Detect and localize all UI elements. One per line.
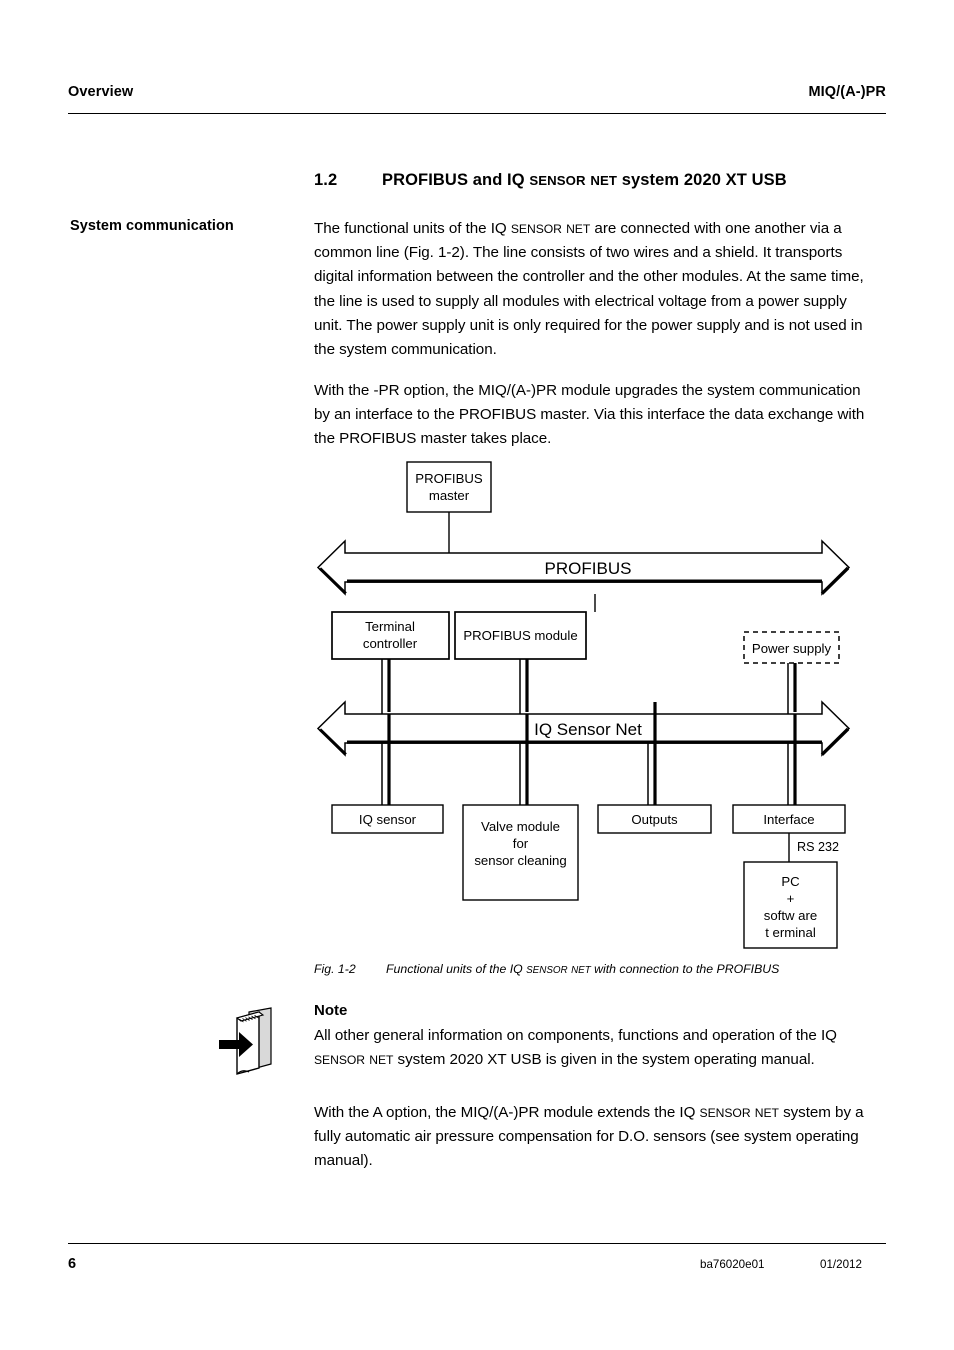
svg-text:PC: PC: [781, 874, 800, 889]
svg-text:controller: controller: [363, 636, 418, 651]
node-iq-sensor: IQ sensor: [331, 804, 444, 834]
svg-text:IQ Sensor Net: IQ Sensor Net: [534, 720, 642, 739]
node-valve-module: Valve module for sensor cleaning: [462, 804, 579, 901]
svg-text:PROFIBUS module: PROFIBUS module: [463, 628, 577, 643]
svg-text:Terminal: Terminal: [365, 619, 415, 634]
book-with-arrow-icon: [219, 1004, 281, 1078]
footer-document-id: ba76020e01: [700, 1258, 765, 1271]
node-interface: Interface: [732, 804, 846, 834]
node-power-supply: Power supply: [743, 631, 840, 664]
svg-text:Interface: Interface: [763, 812, 814, 827]
svg-text:softw are: softw are: [764, 908, 818, 923]
section-number: 1.2: [314, 171, 338, 189]
note-title: Note: [314, 1002, 348, 1019]
paragraph-4: With the A option, the MIQ/(A-)PR module…: [314, 1104, 864, 1170]
footer-divider: [68, 1243, 886, 1244]
running-head-left: Overview: [68, 84, 134, 100]
paragraph-1: The functional units of the IQ SENSOR NE…: [314, 220, 864, 359]
svg-text:+: +: [787, 891, 795, 906]
footer-date: 01/2012: [820, 1258, 862, 1271]
svg-text:t erminal: t erminal: [765, 925, 816, 940]
svg-text:IQ sensor: IQ sensor: [359, 812, 417, 827]
running-head-right: MIQ/(A-)PR: [808, 84, 886, 100]
bus-profibus: PROFIBUS: [316, 539, 851, 596]
section-title-part3: system 2020 XT USB: [617, 171, 787, 189]
node-outputs: Outputs: [597, 804, 712, 834]
svg-text:Valve module: Valve module: [481, 819, 560, 834]
svg-text:Outputs: Outputs: [631, 812, 678, 827]
document-page: Overview MIQ/(A-)PR 1.2 PROFIBUS and IQ S…: [0, 0, 954, 1350]
svg-text:master: master: [429, 488, 470, 503]
edge-rs232: RS 232: [788, 833, 839, 862]
figure-caption: Fig. 1-2 Functional units of the IQ SENSO…: [314, 962, 889, 976]
figure-caption-number: Fig. 1-2: [314, 962, 356, 976]
svg-text:PROFIBUS: PROFIBUS: [545, 559, 632, 578]
margin-label-system-communication: System communication: [70, 218, 234, 234]
paragraph-2: With the -PR option, the MIQ/(A-)PR modu…: [314, 382, 865, 448]
node-profibus-master: PROFIBUS master: [406, 461, 492, 557]
svg-text:RS 232: RS 232: [797, 840, 839, 854]
header-divider: [68, 113, 886, 114]
svg-text:PROFIBUS: PROFIBUS: [415, 471, 483, 486]
section-title-smallcaps-sensor: SENSOR: [529, 173, 586, 188]
section-heading: 1.2 PROFIBUS and IQ SENSOR NET system 202…: [314, 171, 889, 190]
figure-caption-text: Functional units of the IQ SENSOR NET wi…: [386, 962, 780, 976]
page-number: 6: [68, 1256, 77, 1272]
node-profibus-module: PROFIBUS module: [454, 611, 587, 660]
node-pc-software-terminal: PC + softw are t erminal: [743, 861, 838, 949]
section-title-smallcaps-net: NET: [590, 173, 618, 188]
running-head: Overview MIQ/(A-)PR: [68, 84, 886, 100]
note-body: All other general information on compone…: [314, 1027, 837, 1069]
svg-text:Power supply: Power supply: [752, 641, 832, 656]
bus-iq-sensor-net: IQ Sensor Net: [316, 700, 851, 757]
node-terminal-controller: Terminal controller: [331, 611, 450, 660]
svg-text:for: for: [513, 836, 529, 851]
section-title-part1: PROFIBUS and IQ: [382, 171, 530, 189]
svg-text:sensor cleaning: sensor cleaning: [474, 853, 566, 868]
